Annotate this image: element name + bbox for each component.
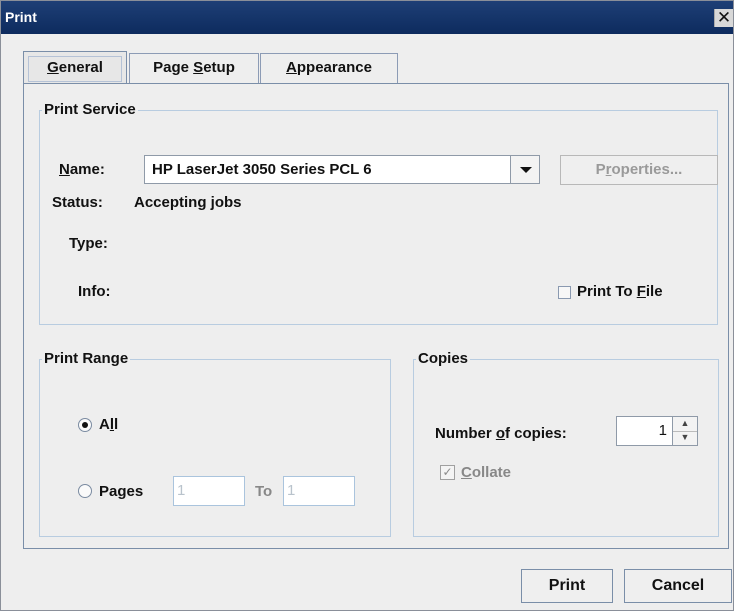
window-title: Print	[5, 9, 37, 25]
printer-name-combobox[interactable]: HP LaserJet 3050 Series PCL 6	[144, 155, 540, 184]
pages-to-input[interactable]: 1	[283, 476, 355, 506]
close-icon[interactable]: ✕	[714, 9, 733, 27]
spinner-up-icon[interactable]: ▲	[673, 417, 697, 432]
tab-page-setup[interactable]: Page Setup	[129, 53, 259, 83]
print-range-group-label: Print Range	[42, 350, 131, 367]
print-to-file-checkbox[interactable]	[558, 286, 571, 299]
tab-appearance-mnemonic: A	[286, 59, 297, 76]
tab-general-label-rest: eneral	[58, 59, 103, 76]
print-button[interactable]: Print	[521, 569, 613, 603]
copies-group-label: Copies	[416, 350, 471, 367]
pages-radio[interactable]	[78, 484, 92, 498]
tab-page-setup-label-b: etup	[203, 59, 235, 76]
title-bar[interactable]: Print ✕	[1, 1, 733, 34]
tab-appearance[interactable]: Appearance	[260, 53, 398, 83]
tab-general[interactable]: General	[23, 51, 127, 84]
properties-button[interactable]: Properties...	[560, 155, 718, 185]
to-label: To	[255, 483, 273, 500]
number-of-copies-label: Number of copies:	[435, 425, 567, 442]
info-label: Info:	[78, 283, 111, 300]
tab-page-setup-mnemonic: S	[193, 59, 204, 76]
print-to-file-label[interactable]: Print To File	[577, 283, 663, 300]
print-range-group: Print Range All Pages 1 To 1	[39, 350, 391, 537]
printer-name-value: HP LaserJet 3050 Series PCL 6	[152, 161, 372, 178]
copies-value: 1	[658, 422, 667, 439]
tab-appearance-label-rest: ppearance	[296, 59, 372, 76]
print-dialog: Print ✕ General Page Setup Appearance Pr…	[0, 0, 734, 611]
tab-general-mnemonic: G	[47, 59, 59, 76]
print-service-group-label: Print Service	[42, 101, 138, 118]
print-service-group: Print Service Name: HP LaserJet 3050 Ser…	[39, 101, 718, 325]
all-radio[interactable]	[78, 418, 92, 432]
chevron-down-icon[interactable]	[510, 156, 539, 183]
status-label: Status:	[52, 194, 103, 211]
tab-page-setup-label-a: Page	[153, 59, 194, 76]
status-value: Accepting jobs	[134, 194, 242, 211]
cancel-button[interactable]: Cancel	[624, 569, 732, 603]
name-label: Name:	[59, 161, 105, 178]
general-tab-panel: Print Service Name: HP LaserJet 3050 Ser…	[23, 83, 729, 549]
all-label[interactable]: All	[99, 416, 118, 433]
collate-label[interactable]: Collate	[461, 464, 511, 481]
type-label: Type:	[69, 235, 108, 252]
spinner-down-icon[interactable]: ▼	[673, 431, 697, 445]
pages-from-input[interactable]: 1	[173, 476, 245, 506]
collate-checkbox[interactable]: ✓	[440, 465, 455, 480]
pages-label[interactable]: Pages	[99, 483, 143, 500]
copies-group: Copies Number of copies: 1 ▲ ▼ ✓ Collate	[413, 350, 719, 537]
spinner-arrows: ▲ ▼	[672, 417, 697, 445]
copies-spinner[interactable]: 1 ▲ ▼	[616, 416, 698, 446]
